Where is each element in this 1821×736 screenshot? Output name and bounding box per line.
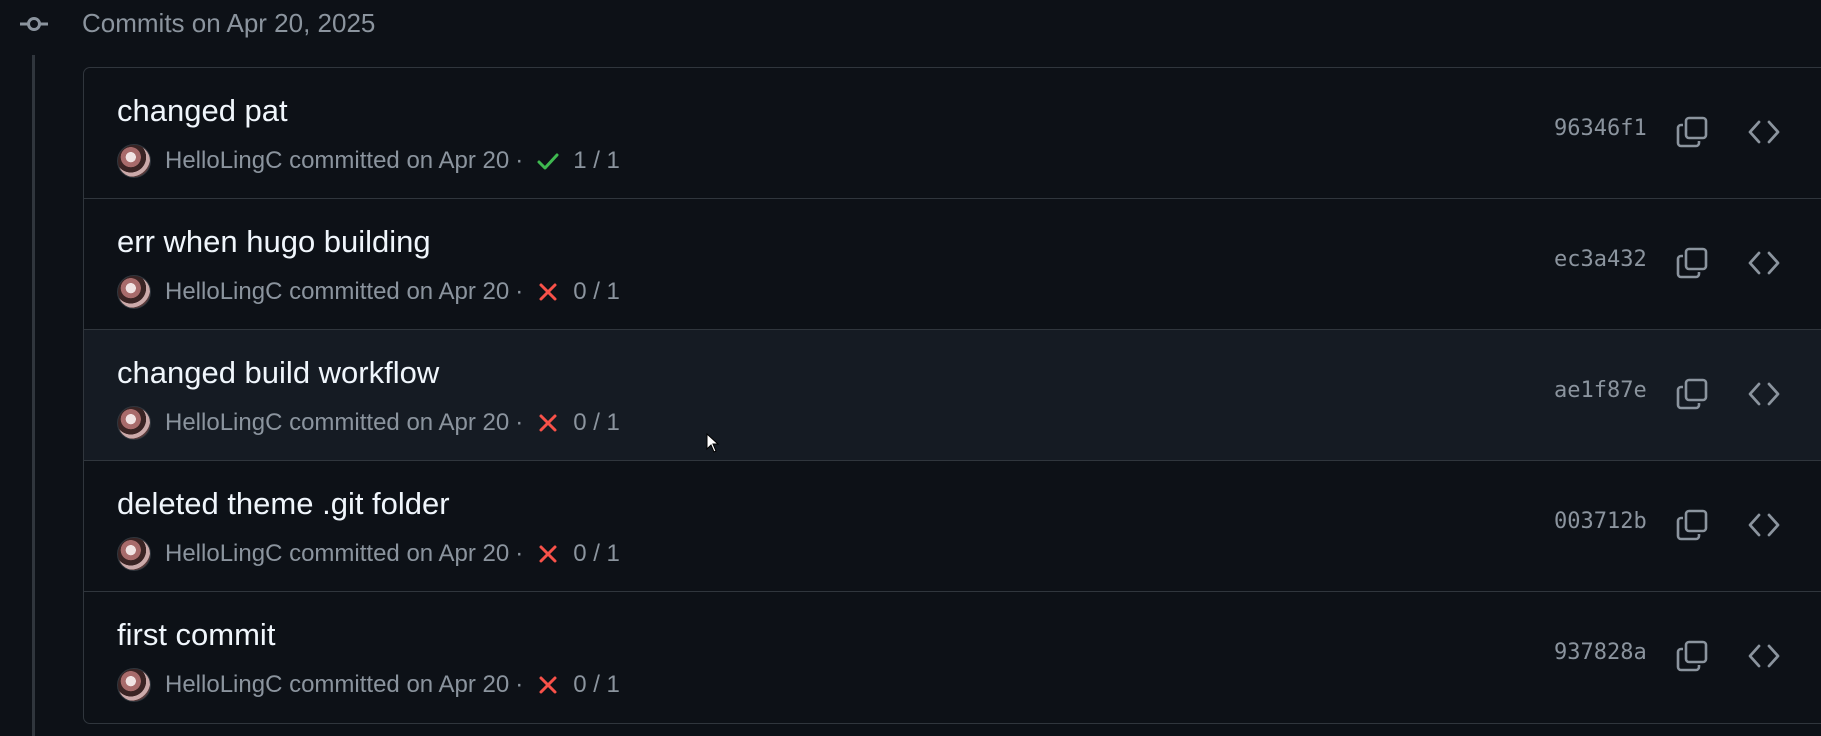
x-icon[interactable] [535,279,561,305]
timeline-line [32,55,35,736]
avatar[interactable] [117,406,151,440]
browse-repository-button[interactable] [1744,243,1784,283]
browse-repository-button[interactable] [1744,505,1784,545]
x-icon[interactable] [535,541,561,567]
checks-count[interactable]: 0 / 1 [573,671,620,699]
separator: · [515,409,524,436]
commit-sha-link[interactable]: ae1f87e [1554,378,1647,403]
commit-date-text: committed on Apr 20 [289,147,510,174]
code-icon [1748,251,1780,275]
check-icon[interactable] [535,148,561,174]
separator: · [515,540,524,567]
commit-message-link[interactable]: deleted theme .git folder [117,486,450,522]
commit-sha-link[interactable]: ec3a432 [1554,247,1647,272]
commit-row: err when hugo building HelloLingC commit… [84,199,1821,330]
copy-icon [1676,640,1708,672]
git-commit-icon [20,17,48,31]
x-icon[interactable] [535,672,561,698]
copy-sha-button[interactable] [1672,636,1712,676]
commit-date-text: committed on Apr 20 [289,409,510,436]
separator: · [515,278,524,305]
commit-message-link[interactable]: changed pat [117,93,288,129]
avatar[interactable] [117,537,151,571]
commit-group-date: Commits on Apr 20, 2025 [82,8,376,38]
code-icon [1748,644,1780,668]
commit-row: changed build workflow HelloLingC commit… [84,330,1821,461]
avatar[interactable] [117,668,151,702]
copy-icon [1676,247,1708,279]
commit-meta: HelloLingC committed on Apr 20 · 1 / 1 [117,144,620,178]
author-link[interactable]: HelloLingC [165,409,282,437]
author-link[interactable]: HelloLingC [165,540,282,568]
code-icon [1748,120,1780,144]
commit-meta: HelloLingC committed on Apr 20 · 0 / 1 [117,537,620,571]
commit-sha-link[interactable]: 937828a [1554,640,1647,665]
code-icon [1748,513,1780,537]
commit-row: changed pat HelloLingC committed on Apr … [84,68,1821,199]
copy-icon [1676,378,1708,410]
author-link[interactable]: HelloLingC [165,278,282,306]
mouse-cursor-icon [706,433,720,453]
commit-date-text: committed on Apr 20 [289,540,510,567]
x-icon[interactable] [535,410,561,436]
copy-icon [1676,509,1708,541]
separator: · [515,671,524,698]
commit-row: deleted theme .git folder HelloLingC com… [84,461,1821,592]
copy-sha-button[interactable] [1672,243,1712,283]
code-icon [1748,382,1780,406]
commit-meta: HelloLingC committed on Apr 20 · 0 / 1 [117,275,620,309]
separator: · [515,147,524,174]
commit-message-link[interactable]: err when hugo building [117,224,431,260]
checks-count[interactable]: 0 / 1 [573,540,620,568]
copy-icon [1676,116,1708,148]
commit-message-link[interactable]: first commit [117,617,275,653]
browse-repository-button[interactable] [1744,636,1784,676]
checks-count[interactable]: 0 / 1 [573,409,620,437]
commit-row: first commit HelloLingC committed on Apr… [84,592,1821,723]
avatar[interactable] [117,275,151,309]
commit-date-text: committed on Apr 20 [289,671,510,698]
browse-repository-button[interactable] [1744,112,1784,152]
commit-sha-link[interactable]: 96346f1 [1554,116,1647,141]
author-link[interactable]: HelloLingC [165,671,282,699]
avatar[interactable] [117,144,151,178]
author-link[interactable]: HelloLingC [165,147,282,175]
copy-sha-button[interactable] [1672,505,1712,545]
checks-count[interactable]: 1 / 1 [573,147,620,175]
copy-sha-button[interactable] [1672,112,1712,152]
browse-repository-button[interactable] [1744,374,1784,414]
commit-meta: HelloLingC committed on Apr 20 · 0 / 1 [117,406,620,440]
commit-meta: HelloLingC committed on Apr 20 · 0 / 1 [117,668,620,702]
commit-date-text: committed on Apr 20 [289,278,510,305]
commit-sha-link[interactable]: 003712b [1554,509,1647,534]
copy-sha-button[interactable] [1672,374,1712,414]
commit-list: changed pat HelloLingC committed on Apr … [83,67,1821,724]
commit-message-link[interactable]: changed build workflow [117,355,439,391]
checks-count[interactable]: 0 / 1 [573,278,620,306]
